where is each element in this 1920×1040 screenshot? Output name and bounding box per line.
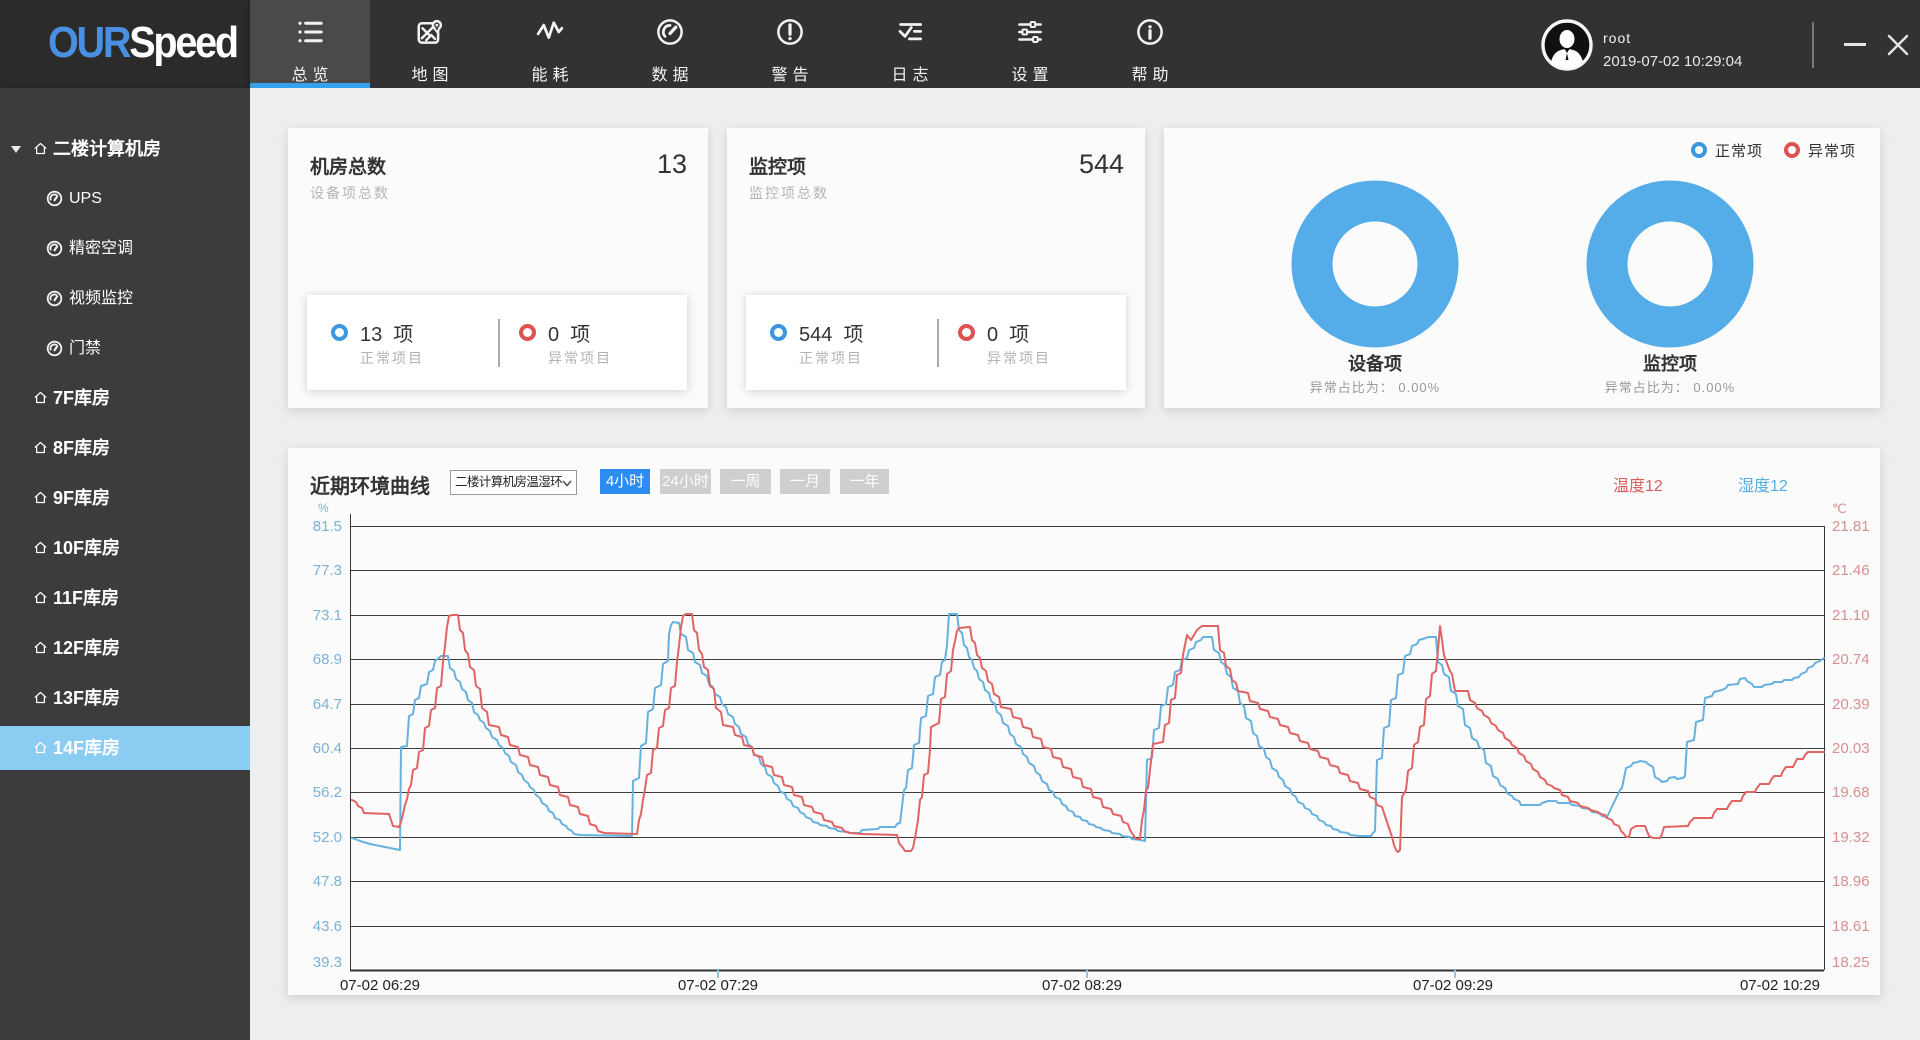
svg-text:64.7: 64.7 bbox=[313, 696, 342, 713]
svg-text:19.68: 19.68 bbox=[1832, 784, 1870, 801]
svg-text:77.3: 77.3 bbox=[313, 562, 342, 579]
svg-text:20.39: 20.39 bbox=[1832, 696, 1870, 713]
svg-text:18.61: 18.61 bbox=[1832, 918, 1870, 935]
svg-text:%: % bbox=[318, 501, 329, 515]
svg-text:07-02 07:29: 07-02 07:29 bbox=[678, 977, 758, 994]
svg-text:07-02 10:29: 07-02 10:29 bbox=[1740, 977, 1820, 994]
svg-text:18.25: 18.25 bbox=[1832, 954, 1870, 971]
svg-text:20.74: 20.74 bbox=[1832, 651, 1870, 668]
svg-text:81.5: 81.5 bbox=[313, 518, 342, 535]
svg-text:73.1: 73.1 bbox=[313, 607, 342, 624]
svg-text:21.46: 21.46 bbox=[1832, 562, 1870, 579]
svg-text:21.10: 21.10 bbox=[1832, 607, 1870, 624]
svg-text:20.03: 20.03 bbox=[1832, 740, 1870, 757]
svg-text:39.3: 39.3 bbox=[313, 954, 342, 971]
svg-text:07-02 06:29: 07-02 06:29 bbox=[340, 977, 420, 994]
svg-text:℃: ℃ bbox=[1832, 501, 1847, 516]
svg-text:19.32: 19.32 bbox=[1832, 829, 1870, 846]
svg-text:47.8: 47.8 bbox=[313, 873, 342, 890]
svg-text:52.0: 52.0 bbox=[313, 829, 342, 846]
svg-text:07-02 09:29: 07-02 09:29 bbox=[1413, 977, 1493, 994]
svg-text:18.96: 18.96 bbox=[1832, 873, 1870, 890]
svg-text:56.2: 56.2 bbox=[313, 784, 342, 801]
svg-text:07-02 08:29: 07-02 08:29 bbox=[1042, 977, 1122, 994]
svg-text:21.81: 21.81 bbox=[1832, 518, 1870, 535]
svg-text:60.4: 60.4 bbox=[313, 740, 342, 757]
svg-text:68.9: 68.9 bbox=[313, 651, 342, 668]
svg-text:43.6: 43.6 bbox=[313, 918, 342, 935]
